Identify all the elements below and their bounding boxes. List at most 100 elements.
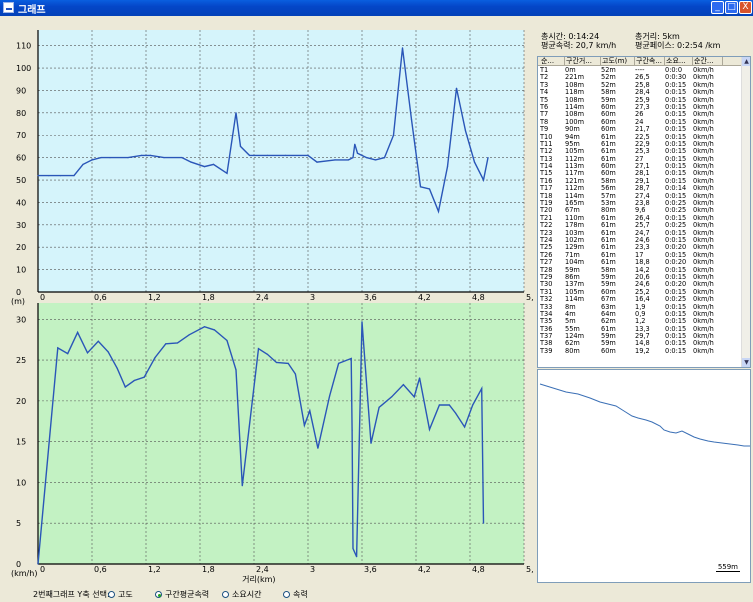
table-row[interactable]: T4 118m 58m 28,4 0:0:15 0km/h bbox=[538, 89, 742, 96]
table-row[interactable]: T10 94m 61m 22,5 0:0:15 0km/h bbox=[538, 134, 742, 141]
x-tick-label: 4,2 bbox=[418, 565, 431, 574]
column-header[interactable]: 구간거... bbox=[565, 57, 601, 66]
table-row[interactable]: T12 105m 61m 25,3 0:0:15 0km/h bbox=[538, 148, 742, 155]
data-point bbox=[448, 404, 450, 406]
radio-section-avg-speed[interactable]: 구간평균속력 bbox=[155, 589, 209, 600]
title-bar: 그래프 _ □ X bbox=[0, 0, 753, 16]
table-row[interactable]: T35 5m 62m 1,2 0:0:15 0km/h bbox=[538, 318, 742, 325]
table-cell: 0km/h bbox=[693, 133, 714, 141]
table-row[interactable]: T8 100m 60m 24 0:0:15 0km/h bbox=[538, 119, 742, 126]
split-table[interactable]: 순... 구간거... 고도(m) 구간속... 소요... 순간... T1 0… bbox=[537, 56, 751, 368]
table-row[interactable]: T13 112m 61m 27 0:0:15 0km/h bbox=[538, 156, 742, 163]
data-point bbox=[149, 154, 152, 156]
x-tick-label: 0 bbox=[40, 293, 45, 302]
table-cell: 95m bbox=[565, 140, 580, 148]
route-map[interactable]: 559m bbox=[537, 369, 751, 583]
table-row[interactable]: T11 95m 61m 22,9 0:0:15 0km/h bbox=[538, 141, 742, 148]
column-header[interactable]: 구간속... bbox=[635, 57, 665, 66]
table-row[interactable]: T15 117m 60m 28,1 0:0:15 0km/h bbox=[538, 170, 742, 177]
y-tick-label: 30 bbox=[16, 221, 26, 230]
data-point bbox=[383, 157, 386, 159]
data-point bbox=[57, 347, 59, 349]
table-cell: 20,6 bbox=[635, 273, 650, 281]
table-row[interactable]: T2 221m 52m 26,5 0:0:30 0km/h bbox=[538, 74, 742, 81]
table-row[interactable]: T32 114m 67m 16,4 0:0:25 0km/h bbox=[538, 296, 742, 303]
table-row[interactable]: T36 55m 61m 13,3 0:0:15 0km/h bbox=[538, 326, 742, 333]
table-cell: 0km/h bbox=[693, 126, 714, 134]
table-row[interactable]: T23 103m 61m 24,7 0:0:15 0km/h bbox=[538, 230, 742, 237]
table-cell: 0:0:25 bbox=[665, 207, 687, 215]
close-button[interactable]: X bbox=[739, 1, 752, 14]
table-cell: 64m bbox=[601, 310, 616, 318]
table-cell: T35 bbox=[540, 318, 553, 326]
table-row[interactable]: T37 124m 59m 29,7 0:0:15 0km/h bbox=[538, 333, 742, 340]
table-row[interactable]: T16 121m 58m 29,1 0:0:15 0km/h bbox=[538, 178, 742, 185]
table-row[interactable]: T30 137m 59m 24,6 0:0:20 0km/h bbox=[538, 281, 742, 288]
scroll-down-icon[interactable]: ▼ bbox=[742, 358, 750, 367]
table-row[interactable]: T22 178m 61m 25,7 0:0:25 0km/h bbox=[538, 222, 742, 229]
table-row[interactable]: T9 90m 60m 21,7 0:0:15 0km/h bbox=[538, 126, 742, 133]
column-header[interactable]: 순간... bbox=[693, 57, 723, 66]
scroll-up-icon[interactable]: ▲ bbox=[742, 57, 750, 66]
table-row[interactable]: T3 108m 52m 25,8 0:0:15 0km/h bbox=[538, 82, 742, 89]
table-row[interactable]: T6 114m 60m 27,3 0:0:15 0km/h bbox=[538, 104, 742, 111]
table-cell: T19 bbox=[540, 200, 553, 208]
minimize-button[interactable]: _ bbox=[711, 1, 724, 14]
table-row[interactable]: T19 165m 53m 23,8 0:0:25 0km/h bbox=[538, 200, 742, 207]
table-row[interactable]: T33 8m 63m 1,9 0:0:15 0km/h bbox=[538, 304, 742, 311]
table-cell: T12 bbox=[540, 148, 553, 156]
table-cell: 0:0:15 bbox=[665, 126, 687, 134]
table-row[interactable]: T7 108m 60m 26 0:0:15 0km/h bbox=[538, 111, 742, 118]
column-header[interactable]: 소요... bbox=[665, 57, 693, 66]
table-row[interactable]: T29 86m 59m 20,6 0:0:15 0km/h bbox=[538, 274, 742, 281]
table-cell: 0km/h bbox=[693, 347, 714, 355]
table-cell: 1,2 bbox=[635, 318, 646, 326]
table-cell: 0:0:15 bbox=[665, 192, 687, 200]
table-scrollbar[interactable]: ▲ ▼ bbox=[741, 57, 750, 367]
table-row[interactable]: T26 71m 61m 17 0:0:15 0km/h bbox=[538, 252, 742, 259]
table-cell: 0km/h bbox=[693, 192, 714, 200]
table-row[interactable]: T14 113m 60m 27,1 0:0:15 0km/h bbox=[538, 163, 742, 170]
radio-elapsed-time[interactable]: 소요시간 bbox=[222, 589, 261, 600]
data-point bbox=[266, 353, 269, 355]
column-header[interactable]: 순... bbox=[540, 57, 565, 66]
data-point bbox=[473, 161, 476, 163]
route-map-canvas bbox=[539, 383, 750, 447]
table-cell: 0km/h bbox=[693, 222, 714, 230]
table-row[interactable]: T34 4m 64m 0,9 0:0:15 0km/h bbox=[538, 311, 742, 318]
radio-speed[interactable]: 속력 bbox=[283, 589, 308, 600]
column-header[interactable]: 고도(m) bbox=[601, 57, 635, 66]
table-cell: T15 bbox=[540, 170, 553, 178]
table-row[interactable]: T24 102m 61m 24,6 0:0:15 0km/h bbox=[538, 237, 742, 244]
table-cell: 114m bbox=[565, 192, 585, 200]
table-cell: 129m bbox=[565, 244, 585, 252]
table-cell: 0:0:30 bbox=[665, 74, 687, 82]
maximize-button[interactable]: □ bbox=[725, 1, 738, 14]
table-row[interactable]: T17 112m 56m 28,7 0:0:14 0km/h bbox=[538, 185, 742, 192]
table-cell: 0:0:0 bbox=[665, 67, 683, 74]
table-cell: 0km/h bbox=[693, 118, 714, 126]
table-cell: 14,2 bbox=[635, 266, 650, 274]
table-row[interactable]: T20 67m 80m 9,6 0:0:25 0km/h bbox=[538, 207, 742, 214]
table-row[interactable]: T5 108m 59m 25,9 0:0:15 0km/h bbox=[538, 97, 742, 104]
table-cell: 0:0:15 bbox=[665, 140, 687, 148]
table-cell: 59m bbox=[565, 266, 580, 274]
table-row[interactable]: T31 105m 60m 25,2 0:0:15 0km/h bbox=[538, 289, 742, 296]
table-row[interactable]: T18 114m 57m 27,4 0:0:15 0km/h bbox=[538, 193, 742, 200]
data-point bbox=[350, 357, 352, 360]
table-cell: T4 bbox=[540, 89, 549, 97]
table-row[interactable]: T27 104m 61m 18,8 0:0:20 0km/h bbox=[538, 259, 742, 266]
data-point bbox=[365, 157, 368, 159]
table-row[interactable]: T21 110m 61m 26,4 0:0:15 0km/h bbox=[538, 215, 742, 222]
table-cell: 0:0:25 bbox=[665, 296, 687, 304]
table-row[interactable]: T25 129m 61m 23,3 0:0:20 0km/h bbox=[538, 244, 742, 251]
table-row[interactable]: T1 0m 52m ---- 0:0:0 0km/h bbox=[538, 67, 742, 74]
table-cell: 0km/h bbox=[693, 325, 714, 333]
table-cell: 0:0:15 bbox=[665, 163, 687, 171]
radio-altitude[interactable]: 고도 bbox=[108, 589, 133, 600]
average-pace: 평균페이스: 0:2:54 /km bbox=[635, 41, 721, 50]
table-row[interactable]: T28 59m 58m 14,2 0:0:15 0km/h bbox=[538, 267, 742, 274]
table-row[interactable]: T39 80m 60m 19,2 0:0:15 0km/h bbox=[538, 348, 742, 355]
table-cell: 0:0:20 bbox=[665, 259, 687, 267]
table-row[interactable]: T38 62m 59m 14,8 0:0:15 0km/h bbox=[538, 340, 742, 347]
